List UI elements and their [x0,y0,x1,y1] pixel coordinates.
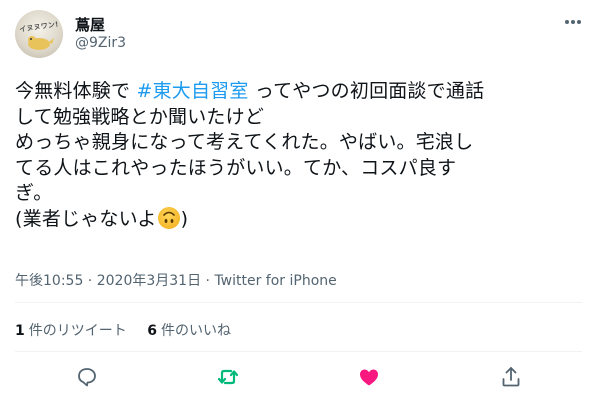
tweet-text-segment: 今無料体験で [15,80,137,102]
like-button[interactable] [357,365,381,389]
tweet-date[interactable]: 2020年3月31日 [97,273,201,289]
tweet-text-segment: ) [180,207,189,230]
heart-icon [360,369,378,386]
tweet-meta: 午後10:55 · 2020年3月31日 · Twitter for iPhon… [15,270,337,290]
meta-separator: · [83,273,97,289]
tweet-line: ぎ。 [15,182,53,204]
tweet-time[interactable]: 午後10:55 [15,273,83,289]
tweet-stats: 1 件のリツイート 6 件のいいね [15,320,247,340]
tweet-text-segment: (業者じゃないよ [15,207,157,230]
retweets-label: 件のリツイート [28,323,127,339]
tweet-line: めっちゃ親身になって考えてくれた。やばい。宅浪し [15,131,474,153]
tweet-text-segment: ってやつの初回面談で通話 [248,80,485,102]
likes-count: 6 [147,323,157,339]
author-name[interactable]: 蔦屋 [75,14,105,35]
tweet-line: 今無料体験で #東大自習室 ってやつの初回面談で通話 [15,79,590,105]
divider [15,302,582,303]
hashtag-link[interactable]: #東大自習室 [136,80,248,102]
share-icon [502,367,520,387]
tweet-line: てる人はこれやったほうがいい。てか、コスパ良す [15,156,457,179]
share-button[interactable] [499,365,523,389]
avatar[interactable]: イヌヌワン! [15,10,63,58]
dog-icon [28,36,54,50]
tweet-line: (業者じゃないよ) [15,206,590,233]
author-handle[interactable]: @9Zir3 [75,35,126,51]
likes-label: 件のいいね [160,323,231,339]
divider [15,351,582,352]
tweet-source[interactable]: Twitter for iPhone [214,273,336,289]
retweet-button[interactable] [216,365,240,389]
retweets-count: 1 [15,323,25,339]
meta-separator: · [201,273,215,289]
more-icon[interactable] [563,18,583,26]
likes-stat[interactable]: 6 件のいいね [147,320,231,340]
tweet-line: して勉強戦略とか聞いたけど [15,105,265,128]
retweet-icon [217,369,239,385]
retweets-stat[interactable]: 1 件のリツイート [15,320,127,340]
tweet: イヌヌワン! 蔦屋 @9Zir3 今無料体験で #東大自習室 ってやつの初回面談… [0,0,597,401]
tweet-text: 今無料体験で #東大自習室 ってやつの初回面談で通話 して勉強戦略とか聞いたけど… [15,79,590,232]
reply-button[interactable] [75,365,99,389]
upside-down-face-emoji-icon [157,206,180,229]
reply-icon [78,368,96,387]
